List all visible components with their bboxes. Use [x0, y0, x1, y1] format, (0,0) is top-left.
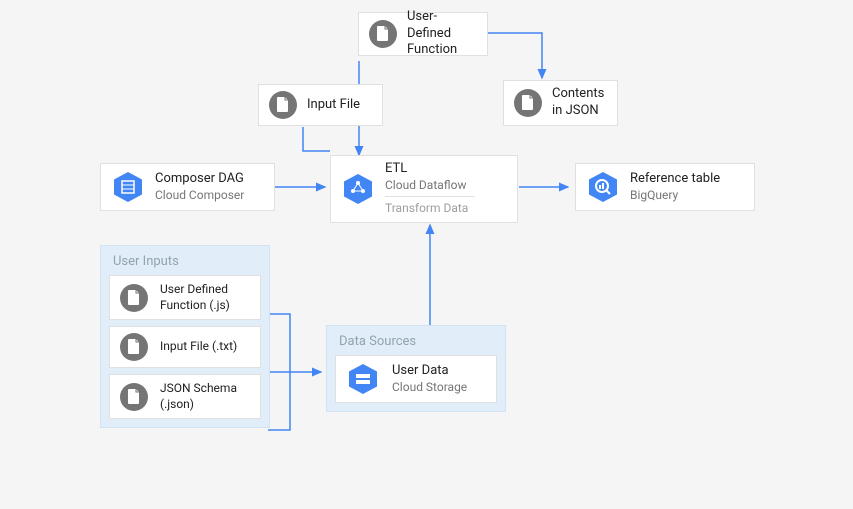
document-icon — [514, 89, 542, 117]
bigquery-icon — [586, 170, 620, 204]
item-title: User Defined Function (.js) — [160, 282, 250, 313]
node-title: Composer DAG — [155, 171, 244, 188]
node-subtitle: Cloud Composer — [155, 188, 244, 204]
document-icon — [120, 333, 148, 361]
list-item: User Data Cloud Storage — [335, 355, 497, 403]
group-title: Data Sources — [339, 334, 497, 349]
document-icon — [369, 20, 397, 48]
document-icon — [269, 91, 297, 119]
group-data-sources: Data Sources User Data Cloud Storage — [326, 325, 506, 412]
node-title: Reference table — [630, 171, 720, 188]
item-subtitle: Cloud Storage — [392, 380, 467, 396]
node-subtitle: Cloud Dataflow — [385, 178, 475, 194]
group-user-inputs: User Inputs User Defined Function (.js) … — [100, 245, 270, 428]
list-item: Input File (.txt) — [109, 326, 261, 368]
node-subtitle: BigQuery — [630, 188, 720, 204]
group-title: User Inputs — [113, 254, 261, 269]
list-item: JSON Schema (.json) — [109, 374, 261, 419]
node-composer-dag: Composer DAG Cloud Composer — [100, 163, 275, 211]
node-action: Transform Data — [385, 201, 475, 217]
document-icon — [120, 383, 148, 411]
document-icon — [120, 284, 148, 312]
item-title: Input File (.txt) — [160, 339, 237, 355]
composer-icon — [111, 170, 145, 204]
node-input-file: Input File — [258, 84, 383, 126]
item-title: JSON Schema (.json) — [160, 381, 250, 412]
storage-icon — [346, 362, 380, 396]
node-title: Contents in JSON — [552, 86, 607, 120]
dataflow-icon — [341, 172, 375, 206]
node-title: ETL — [385, 161, 475, 178]
node-title: Input File — [307, 97, 360, 114]
node-etl: ETL Cloud Dataflow Transform Data — [330, 155, 518, 223]
node-reference-table: Reference table BigQuery — [575, 163, 755, 211]
item-title: User Data — [392, 363, 467, 380]
list-item: User Defined Function (.js) — [109, 275, 261, 320]
divider — [385, 196, 475, 197]
node-contents-json: Contents in JSON — [503, 80, 618, 126]
node-title: User-Defined Function — [407, 9, 477, 60]
node-udf-top: User-Defined Function — [358, 12, 488, 56]
